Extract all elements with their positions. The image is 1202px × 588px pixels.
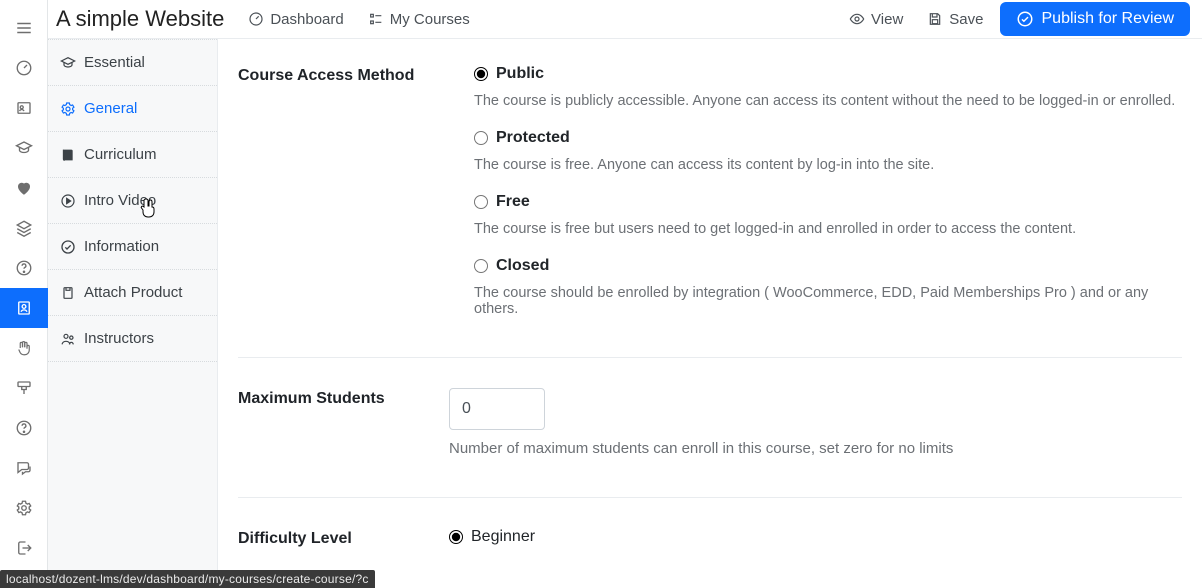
access-option-free: Free The course is free but users need t… bbox=[474, 193, 1182, 237]
eye-icon bbox=[849, 11, 865, 27]
check-circle-icon bbox=[1016, 10, 1034, 28]
radio-desc: The course is publicly accessible. Anyon… bbox=[474, 93, 1182, 109]
radio-beginner[interactable]: Beginner bbox=[449, 528, 1182, 546]
publish-label: Publish for Review bbox=[1042, 10, 1175, 28]
topbar: A simple Website Dashboard My Courses Vi… bbox=[48, 0, 1202, 39]
heart-icon[interactable] bbox=[0, 168, 48, 208]
graduation-icon bbox=[60, 55, 76, 71]
radio-desc: The course is free. Anyone can access it… bbox=[474, 157, 1182, 173]
list-icon bbox=[368, 11, 384, 27]
radio-title: Closed bbox=[496, 257, 549, 275]
access-option-closed: Closed The course should be enrolled by … bbox=[474, 257, 1182, 317]
dashboard-link[interactable]: Dashboard bbox=[240, 5, 351, 34]
my-courses-link[interactable]: My Courses bbox=[360, 5, 478, 34]
radio-title: Public bbox=[496, 65, 544, 83]
sidebar-item-instructors[interactable]: Instructors bbox=[48, 316, 217, 362]
max-students-label: Maximum Students bbox=[238, 388, 434, 408]
sidebar-item-label: General bbox=[84, 100, 137, 117]
play-icon bbox=[60, 193, 76, 209]
attachment-icon bbox=[60, 285, 76, 301]
gauge-icon bbox=[248, 11, 264, 27]
dashboard-label: Dashboard bbox=[270, 11, 343, 28]
chat-icon[interactable] bbox=[0, 448, 48, 488]
gear-icon[interactable] bbox=[0, 488, 48, 528]
publish-button[interactable]: Publish for Review bbox=[1000, 2, 1191, 36]
status-bar: localhost/dozent-lms/dev/dashboard/my-co… bbox=[0, 570, 375, 588]
sidebar-item-intro-video[interactable]: Intro Video bbox=[48, 178, 217, 224]
sidebar-item-label: Intro Video bbox=[84, 192, 156, 209]
badge-icon[interactable] bbox=[0, 288, 48, 328]
check-circle-icon bbox=[60, 239, 76, 255]
icon-rail bbox=[0, 0, 48, 588]
view-link[interactable]: View bbox=[841, 5, 911, 34]
access-option-public: Public The course is publicly accessible… bbox=[474, 65, 1182, 109]
radio-input-free[interactable] bbox=[474, 195, 488, 209]
sidebar-item-general[interactable]: General bbox=[48, 86, 217, 132]
sidebar-item-label: Instructors bbox=[84, 330, 154, 347]
radio-public[interactable]: Public bbox=[474, 65, 1182, 83]
sidebar-item-label: Attach Product bbox=[84, 284, 182, 301]
sidebar-item-curriculum[interactable]: Curriculum bbox=[48, 132, 217, 178]
row-difficulty: Difficulty Level Beginner bbox=[238, 497, 1182, 548]
radio-title: Protected bbox=[496, 129, 570, 147]
withdraw-icon[interactable] bbox=[0, 368, 48, 408]
sidebar-item-information[interactable]: Information bbox=[48, 224, 217, 270]
graduation-icon[interactable] bbox=[0, 128, 48, 168]
idcard-icon[interactable] bbox=[0, 88, 48, 128]
help-icon[interactable] bbox=[0, 248, 48, 288]
save-link[interactable]: Save bbox=[919, 5, 991, 34]
page-title: A simple Website bbox=[56, 6, 224, 32]
difficulty-label: Difficulty Level bbox=[238, 528, 434, 548]
gauge-icon[interactable] bbox=[0, 48, 48, 88]
radio-desc: The course is free but users need to get… bbox=[474, 221, 1182, 237]
max-students-input[interactable] bbox=[449, 388, 545, 430]
access-option-protected: Protected The course is free. Anyone can… bbox=[474, 129, 1182, 173]
sidebar-item-label: Curriculum bbox=[84, 146, 157, 163]
sidebar-item-essential[interactable]: Essential bbox=[48, 39, 217, 86]
max-students-help: Number of maximum students can enroll in… bbox=[449, 440, 1182, 457]
view-label: View bbox=[871, 11, 903, 28]
gear-icon bbox=[60, 101, 76, 117]
radio-title: Free bbox=[496, 193, 530, 211]
form-panel: Course Access Method Public The course i… bbox=[218, 39, 1202, 588]
logout-icon[interactable] bbox=[0, 528, 48, 568]
radio-title: Beginner bbox=[471, 528, 535, 546]
hand-icon[interactable] bbox=[0, 328, 48, 368]
radio-input-public[interactable] bbox=[474, 67, 488, 81]
radio-input-beginner[interactable] bbox=[449, 530, 463, 544]
users-icon bbox=[60, 331, 76, 347]
access-method-label: Course Access Method bbox=[238, 65, 434, 85]
book-icon bbox=[60, 147, 76, 163]
radio-input-protected[interactable] bbox=[474, 131, 488, 145]
row-access-method: Course Access Method Public The course i… bbox=[238, 65, 1182, 357]
layers-icon[interactable] bbox=[0, 208, 48, 248]
radio-closed[interactable]: Closed bbox=[474, 257, 1182, 275]
radio-desc: The course should be enrolled by integra… bbox=[474, 285, 1182, 317]
sidebar-item-label: Information bbox=[84, 238, 159, 255]
save-icon bbox=[927, 11, 943, 27]
save-label: Save bbox=[949, 11, 983, 28]
radio-free[interactable]: Free bbox=[474, 193, 1182, 211]
sidebar-item-attach-product[interactable]: Attach Product bbox=[48, 270, 217, 316]
radio-protected[interactable]: Protected bbox=[474, 129, 1182, 147]
hamburger-icon[interactable] bbox=[0, 8, 48, 48]
row-max-students: Maximum Students Number of maximum stude… bbox=[238, 357, 1182, 497]
section-sidebar: Essential General Curriculum Intro Video… bbox=[48, 39, 218, 588]
sidebar-item-label: Essential bbox=[84, 54, 145, 71]
radio-input-closed[interactable] bbox=[474, 259, 488, 273]
help2-icon[interactable] bbox=[0, 408, 48, 448]
my-courses-label: My Courses bbox=[390, 11, 470, 28]
